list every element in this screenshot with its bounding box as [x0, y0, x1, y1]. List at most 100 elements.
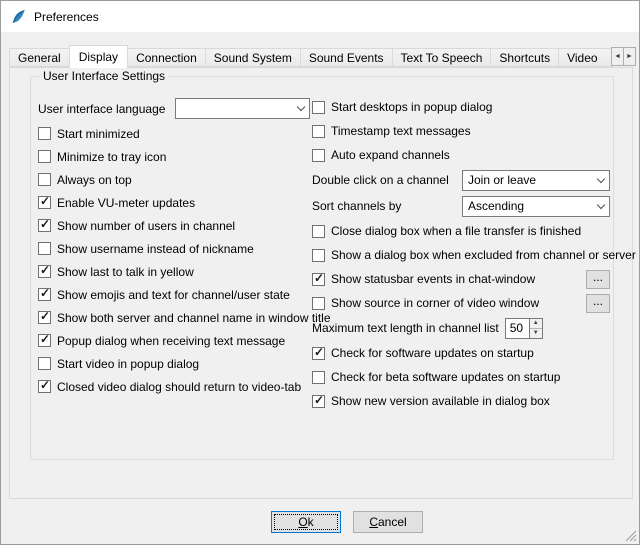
checkbox-label: Show new version available in dialog box: [331, 394, 550, 408]
checkbox-label: Show both server and channel name in win…: [57, 311, 331, 325]
ok-button[interactable]: Ok: [271, 511, 341, 533]
checkbox-box: [38, 311, 51, 324]
checkbox-close-dialog-when-file-transfer-finished[interactable]: Close dialog box when a file transfer is…: [312, 219, 610, 243]
cancel-rest: ancel: [378, 515, 407, 529]
tab-general[interactable]: General: [9, 48, 70, 67]
checkbox-show-last-to-talk-in-yellow[interactable]: Show last to talk in yellow: [38, 260, 310, 283]
checkbox-show-new-version-in-dialog-box[interactable]: Show new version available in dialog box: [312, 389, 610, 413]
cancel-button[interactable]: Cancel: [353, 511, 423, 533]
tab-shortcuts[interactable]: Shortcuts: [490, 48, 559, 67]
down-arrow-icon: ▼: [533, 330, 539, 336]
language-label: User interface language: [38, 102, 165, 116]
checkbox-box: [38, 127, 51, 140]
checkbox-box: [312, 101, 325, 114]
tab-label: Text To Speech: [401, 51, 483, 65]
checkbox-popup-dialog-on-text-message[interactable]: Popup dialog when receiving text message: [38, 329, 310, 352]
checkbox-enable-vu-meter-updates[interactable]: Enable VU-meter updates: [38, 191, 310, 214]
checkbox-label: Closed video dialog should return to vid…: [57, 380, 301, 394]
tab-video[interactable]: Video: [558, 48, 613, 67]
checkbox-label: Check for beta software updates on start…: [331, 370, 560, 384]
tab-text-to-speech[interactable]: Text To Speech: [392, 48, 492, 67]
checkbox-check-software-updates-on-startup[interactable]: Check for software updates on startup: [312, 341, 610, 365]
video-source-config-button[interactable]: ...: [586, 294, 610, 313]
max-text-length-row: Maximum text length in channel list 50 ▲…: [312, 315, 610, 341]
checkbox-show-emojis-and-text-for-state[interactable]: Show emojis and text for channel/user st…: [38, 283, 310, 306]
max-text-length-input[interactable]: 50: [505, 318, 529, 339]
language-row: User interface language: [38, 95, 310, 122]
checkbox-start-video-in-popup-dialog[interactable]: Start video in popup dialog: [38, 352, 310, 375]
title-bar[interactable]: Preferences: [1, 1, 639, 32]
checkbox-always-on-top[interactable]: Always on top: [38, 168, 310, 191]
tab-label: Shortcuts: [499, 51, 550, 65]
checkbox-label: Check for software updates on startup: [331, 346, 534, 360]
video-source-row: Show source in corner of video window ..…: [312, 291, 610, 315]
tab-connection[interactable]: Connection: [127, 48, 206, 67]
checkbox-show-username-instead-of-nickname[interactable]: Show username instead of nickname: [38, 237, 310, 260]
checkbox-show-number-of-users-in-channel[interactable]: Show number of users in channel: [38, 214, 310, 237]
checkbox-start-minimized[interactable]: Start minimized: [38, 122, 310, 145]
checkbox-box: [312, 225, 325, 238]
checkbox-box: [312, 347, 325, 360]
checkbox-label: Always on top: [57, 173, 132, 187]
language-select[interactable]: [175, 98, 310, 119]
checkbox-label: Show last to talk in yellow: [57, 265, 194, 279]
checkbox-label: Show statusbar events in chat-window: [331, 272, 535, 286]
double-click-label: Double click on a channel: [312, 173, 449, 187]
statusbar-events-config-button[interactable]: ...: [586, 270, 610, 289]
tab-scroll-right-button[interactable]: ►: [623, 47, 636, 66]
tab-label: Display: [79, 50, 118, 64]
checkbox-label: Show number of users in channel: [57, 219, 235, 233]
spin-up-button[interactable]: ▲: [530, 319, 542, 329]
checkbox-show-server-and-channel-in-title[interactable]: Show both server and channel name in win…: [38, 306, 310, 329]
checkbox-check-beta-updates-on-startup[interactable]: Check for beta software updates on start…: [312, 365, 610, 389]
double-click-row: Double click on a channel Join or leave: [312, 167, 610, 193]
chevron-down-icon: [592, 171, 609, 190]
sort-channels-value: Ascending: [468, 199, 524, 213]
checkbox-timestamp-text-messages[interactable]: Timestamp text messages: [312, 119, 610, 143]
checkbox-minimize-to-tray-icon[interactable]: Minimize to tray icon: [38, 145, 310, 168]
spin-down-button[interactable]: ▼: [530, 329, 542, 338]
spin-buttons: ▲ ▼: [529, 318, 543, 339]
chevron-down-icon: [292, 99, 309, 118]
checkbox-label: Timestamp text messages: [331, 124, 471, 138]
checkbox-label: Start minimized: [57, 127, 140, 141]
tab-label: Sound System: [214, 51, 292, 65]
tab-display[interactable]: Display: [69, 45, 128, 68]
checkbox-show-source-in-corner-of-video-window[interactable]: Show source in corner of video window: [312, 296, 539, 310]
right-arrow-icon: ►: [626, 53, 633, 60]
checkbox-box: [38, 150, 51, 163]
double-click-action-select[interactable]: Join or leave: [462, 170, 610, 191]
sort-channels-select[interactable]: Ascending: [462, 196, 610, 217]
up-arrow-icon: ▲: [533, 320, 539, 326]
double-click-value: Join or leave: [468, 173, 536, 187]
checkbox-show-statusbar-events-in-chat-window[interactable]: Show statusbar events in chat-window: [312, 272, 535, 286]
cancel-mnemonic: C: [369, 515, 378, 529]
checkbox-box: [38, 242, 51, 255]
display-tab-pane: User Interface Settings User interface l…: [9, 67, 633, 499]
tab-sound-system[interactable]: Sound System: [205, 48, 301, 67]
tab-label: Connection: [136, 51, 197, 65]
checkbox-box: [38, 173, 51, 186]
checkbox-label: Close dialog box when a file transfer is…: [331, 224, 581, 238]
sort-channels-row: Sort channels by Ascending: [312, 193, 610, 219]
left-arrow-icon: ◄: [614, 53, 621, 60]
tab-scroller: ◄ ►: [612, 47, 636, 66]
checkbox-box: [38, 357, 51, 370]
checkbox-box: [312, 273, 325, 286]
tab-bar: General Display Connection Sound System …: [9, 45, 613, 68]
checkbox-show-dialog-when-excluded[interactable]: Show a dialog box when excluded from cha…: [312, 243, 610, 267]
checkbox-label: Show username instead of nickname: [57, 242, 254, 256]
resize-grip[interactable]: [624, 529, 637, 542]
tab-sound-events[interactable]: Sound Events: [300, 48, 393, 67]
checkbox-box: [38, 380, 51, 393]
checkbox-box: [312, 395, 325, 408]
checkbox-auto-expand-channels[interactable]: Auto expand channels: [312, 143, 610, 167]
window-title: Preferences: [34, 10, 99, 24]
checkbox-closed-video-dialog-return-video-tab[interactable]: Closed video dialog should return to vid…: [38, 375, 310, 398]
preferences-dialog: Preferences General Display Connection S…: [0, 0, 640, 545]
checkbox-start-desktops-in-popup-dialog[interactable]: Start desktops in popup dialog: [312, 95, 610, 119]
checkbox-label: Enable VU-meter updates: [57, 196, 195, 210]
checkbox-box: [312, 249, 325, 262]
checkbox-box: [38, 196, 51, 209]
checkbox-box: [312, 297, 325, 310]
